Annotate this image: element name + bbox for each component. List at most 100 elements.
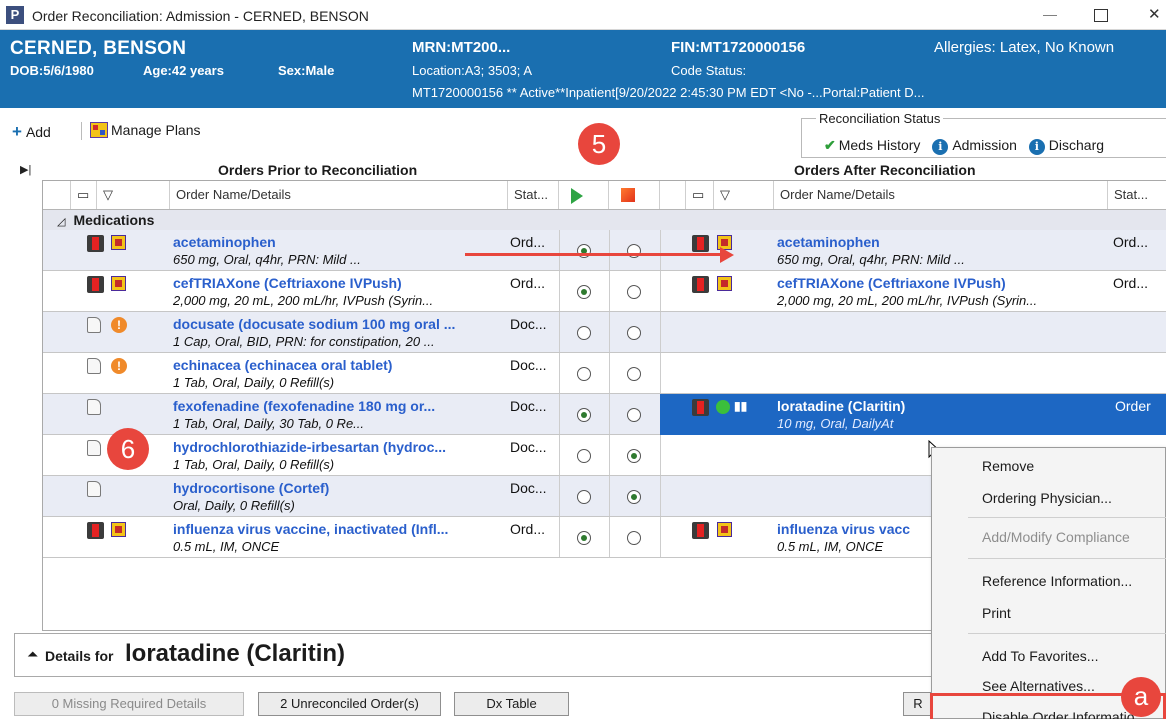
header-comment-icon-right[interactable]: ▭ <box>686 181 714 209</box>
stop-radio[interactable] <box>627 408 641 422</box>
order-status: Doc... <box>510 480 547 496</box>
alert-icon: ! <box>111 317 127 333</box>
stop-radio[interactable] <box>627 285 641 299</box>
header-order-name-after[interactable]: Order Name/Details <box>774 181 1108 209</box>
order-name[interactable]: hydrocortisone (Cortef) <box>173 480 508 496</box>
prescription-icon <box>87 481 101 497</box>
add-button[interactable]: + Add <box>12 122 51 142</box>
after-order-name[interactable]: loratadine (Claritin) <box>777 398 1097 414</box>
order-row-selected[interactable]: fexofenadine (fexofenadine 180 mg or... … <box>43 394 1166 435</box>
continue-radio[interactable] <box>577 367 591 381</box>
order-name[interactable]: acetaminophen <box>173 234 508 250</box>
menu-item-remove[interactable]: Remove <box>982 458 1034 474</box>
patient-banner: CERNED, BENSON DOB:5/6/1980 Age:42 years… <box>0 30 1166 108</box>
menu-separator <box>968 517 1166 518</box>
close-button[interactable]: ✕ <box>1148 5 1161 23</box>
app-icon: P <box>6 6 24 24</box>
collapse-triangle-icon[interactable]: ◿ <box>57 216 65 228</box>
stop-radio[interactable] <box>627 449 641 463</box>
stop-radio[interactable] <box>627 531 641 545</box>
continue-radio[interactable] <box>577 408 591 422</box>
menu-item-add-modify-compliance[interactable]: Add/Modify Compliance <box>982 529 1130 545</box>
context-menu: Remove Ordering Physician... Add/Modify … <box>931 447 1166 719</box>
order-details: 650 mg, Oral, q4hr, PRN: Mild ... <box>173 252 361 267</box>
order-status: Ord... <box>510 521 546 537</box>
continue-radio[interactable] <box>577 285 591 299</box>
manage-plans-button[interactable]: Manage Plans <box>90 122 201 138</box>
order-row[interactable]: acetaminophen 650 mg, Oral, q4hr, PRN: M… <box>43 230 1166 271</box>
header-order-name-prior[interactable]: Order Name/Details <box>170 181 508 209</box>
info-icon: i <box>1028 139 1045 155</box>
header-continue-icon[interactable] <box>559 181 609 209</box>
order-name[interactable]: fexofenadine (fexofenadine 180 mg or... <box>173 398 508 414</box>
code-status: Code Status: <box>671 63 747 78</box>
column-divider <box>609 271 610 311</box>
patient-fin: FIN:MT1720000156 <box>671 39 806 56</box>
column-divider <box>609 476 610 516</box>
order-status: Doc... <box>510 357 547 373</box>
maximize-button[interactable] <box>1090 6 1112 24</box>
order-name[interactable]: hydrochlorothiazide-irbesartan (hydroc..… <box>173 439 508 455</box>
header-status-after[interactable]: Stat... <box>1108 181 1166 209</box>
plan-icon <box>717 522 732 537</box>
toolbar-separator <box>81 122 82 140</box>
menu-item-ordering-physician[interactable]: Ordering Physician... <box>982 490 1112 506</box>
continue-radio[interactable] <box>577 449 591 463</box>
menu-item-see-alternatives[interactable]: See Alternatives... <box>982 678 1095 694</box>
stop-radio[interactable] <box>627 326 641 340</box>
collapse-up-icon[interactable]: ⏶ <box>27 646 38 663</box>
annotation-arrow-line <box>465 253 725 256</box>
details-panel-header[interactable]: ⏶ Details for loratadine (Claritin) <box>14 633 944 677</box>
order-row[interactable]: ! echinacea (echinacea oral tablet) 1 Ta… <box>43 353 1166 394</box>
after-order-name[interactable]: cefTRIAXone (Ceftriaxone IVPush) <box>777 275 1107 291</box>
order-row[interactable]: ! docusate (docusate sodium 100 mg oral … <box>43 312 1166 353</box>
step-badge-a: a <box>1121 677 1161 717</box>
menu-item-reference-information[interactable]: Reference Information... <box>982 573 1132 589</box>
missing-details-button[interactable]: 0 Missing Required Details <box>14 692 244 716</box>
allergies[interactable]: Allergies: Latex, No Known <box>934 39 1114 56</box>
unreconciled-orders-button[interactable]: 2 Unreconciled Order(s) <box>258 692 441 716</box>
minimize-button[interactable]: — <box>1035 6 1065 24</box>
home-med-icon <box>692 276 709 293</box>
checkmark-icon: ✔ <box>824 137 836 153</box>
order-name[interactable]: docusate (docusate sodium 100 mg oral ..… <box>173 316 508 332</box>
home-med-icon <box>87 276 104 293</box>
column-divider <box>660 476 661 516</box>
continue-radio[interactable] <box>577 490 591 504</box>
order-name[interactable]: influenza virus vaccine, inactivated (In… <box>173 521 508 537</box>
order-name[interactable]: echinacea (echinacea oral tablet) <box>173 357 508 373</box>
order-name[interactable]: cefTRIAXone (Ceftriaxone IVPush) <box>173 275 508 291</box>
continue-radio[interactable] <box>577 326 591 340</box>
stop-square-icon <box>621 188 635 202</box>
plan-icon <box>111 522 126 537</box>
menu-item-add-to-favorites[interactable]: Add To Favorites... <box>982 648 1098 664</box>
prescription-icon <box>87 317 101 333</box>
header-stop-icon[interactable] <box>609 181 660 209</box>
after-order-name[interactable]: influenza virus vacc <box>777 521 932 537</box>
stop-radio[interactable] <box>627 367 641 381</box>
header-comment-icon[interactable]: ▭ <box>71 181 97 209</box>
medications-category[interactable]: ◿ Medications <box>43 210 1166 230</box>
order-details: 1 Tab, Oral, Daily, 0 Refill(s) <box>173 375 335 390</box>
manage-plans-label: Manage Plans <box>111 122 201 138</box>
header-status-prior[interactable]: Stat... <box>508 181 559 209</box>
selected-after-order[interactable]: ▮▮ loratadine (Claritin) 10 mg, Oral, Da… <box>660 394 1166 435</box>
after-order-name[interactable]: acetaminophen <box>777 234 1107 250</box>
order-row[interactable]: cefTRIAXone (Ceftriaxone IVPush) 2,000 m… <box>43 271 1166 312</box>
column-divider <box>559 353 560 393</box>
home-med-icon <box>692 522 709 539</box>
expand-panel-icon[interactable]: ▶| <box>20 163 31 176</box>
column-divider <box>559 435 560 475</box>
continue-radio[interactable] <box>577 531 591 545</box>
dx-table-button[interactable]: Dx Table <box>454 692 569 716</box>
header-filter-icon[interactable]: ▽ <box>97 181 170 209</box>
substitution-icon <box>716 400 730 414</box>
header-filter-icon-right[interactable]: ▽ <box>714 181 774 209</box>
column-divider <box>660 435 661 475</box>
partial-r-button[interactable]: R <box>903 692 933 716</box>
column-divider <box>609 312 610 352</box>
home-med-icon <box>87 235 104 252</box>
after-order-details: 0.5 mL, IM, ONCE <box>777 539 884 554</box>
stop-radio[interactable] <box>627 490 641 504</box>
menu-item-print[interactable]: Print <box>982 605 1011 621</box>
